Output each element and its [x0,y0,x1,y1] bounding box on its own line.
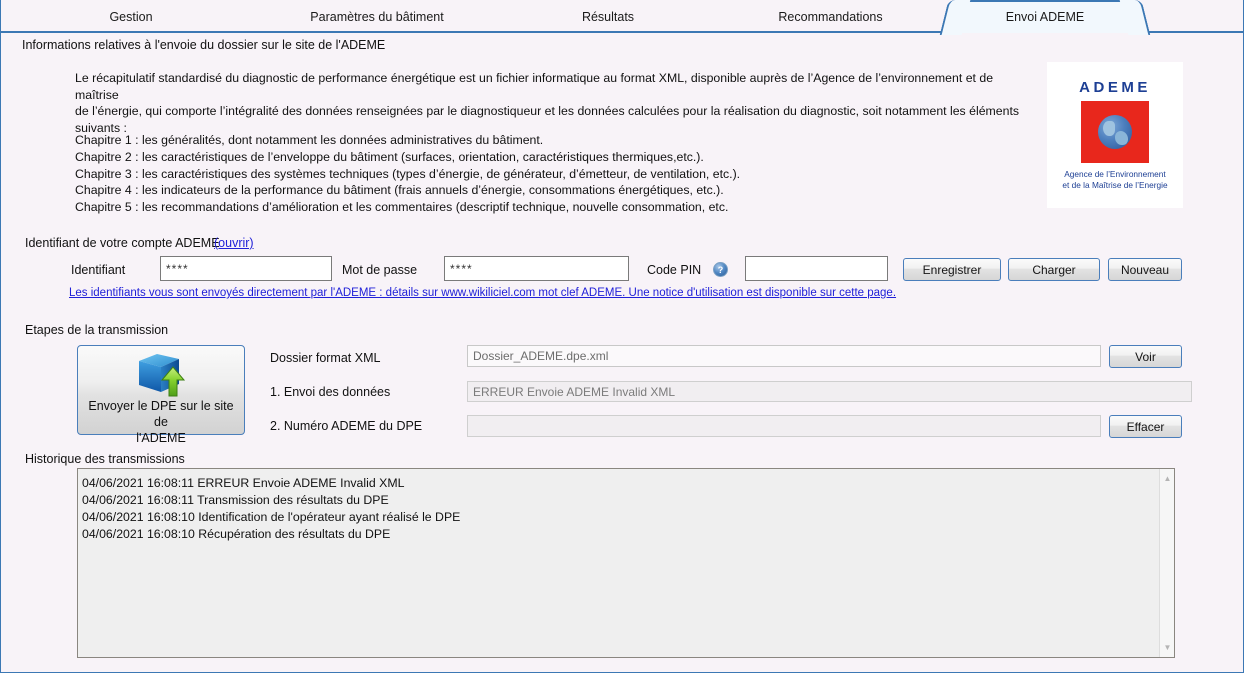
identifiant-input[interactable] [160,256,332,281]
globe-icon [1098,115,1132,149]
mot-de-passe-input[interactable] [444,256,629,281]
history-scrollbar[interactable]: ▲ ▼ [1159,469,1174,657]
charger-button[interactable]: Charger [1008,258,1100,281]
tab-recommandations[interactable]: Recommandations [723,0,938,33]
tab-label: Gestion [109,10,152,24]
account-section-title: Identifiant de votre compte ADEME [25,236,220,250]
envoi-donnees-label: 1. Envoi des données [270,385,390,399]
identifiant-label: Identifiant [71,263,125,277]
upload-box-icon [133,352,189,398]
dossier-xml-label: Dossier format XML [270,351,380,365]
ademe-tagline-line2: et de la Maîtrise de l’Energie [1062,180,1167,191]
send-dpe-label-line1: Envoyer le DPE sur le site de [78,398,244,430]
send-dpe-label-line2: l'ADEME [130,430,192,446]
history-row[interactable]: 04/06/2021 16:08:11 ERREUR Envoie ADEME … [82,475,1174,492]
ademe-wordmark: ADEME [1079,79,1151,96]
chapter-item: Chapitre 1 : les généralités, dont notam… [75,132,1035,149]
chapter-item: Chapitre 4 : les indicateurs de la perfo… [75,182,1035,199]
enregistrer-button[interactable]: Enregistrer [903,258,1001,281]
envoi-donnees-status-input [467,381,1192,402]
tab-bar: Gestion Paramètres du bâtiment Résultats… [1,0,1243,33]
history-listbox[interactable]: 04/06/2021 16:08:11 ERREUR Envoie ADEME … [77,468,1175,658]
voir-button[interactable]: Voir [1109,345,1182,368]
tab-resultats[interactable]: Résultats [493,0,723,33]
info-section-title: Informations relatives à l'envoie du dos… [22,38,385,52]
history-row[interactable]: 04/06/2021 16:08:10 Récupération des rés… [82,526,1174,543]
chevron-up-icon[interactable]: ▲ [1160,471,1175,486]
code-pin-input[interactable] [745,256,888,281]
tab-gestion[interactable]: Gestion [1,0,261,33]
history-row[interactable]: 04/06/2021 16:08:11 Transmission des rés… [82,492,1174,509]
history-row[interactable]: 04/06/2021 16:08:10 Identification de l'… [82,509,1174,526]
tab-envoi-ademe[interactable]: Envoi ADEME [956,0,1134,33]
intro-line-1: Le récapitulatif standardisé du diagnost… [75,70,1030,103]
dossier-xml-input[interactable] [467,345,1101,367]
ademe-logo: ADEME Agence de l’Environnement et de la… [1047,62,1183,208]
tab-parametres-du-batiment[interactable]: Paramètres du bâtiment [261,0,493,33]
history-section-title: Historique des transmissions [25,452,185,466]
effacer-button[interactable]: Effacer [1109,415,1182,438]
numero-ademe-label: 2. Numéro ADEME du DPE [270,419,422,433]
chapter-item: Chapitre 2 : les caractéristiques de l’e… [75,149,1035,166]
question-mark-icon[interactable]: ? [713,262,728,277]
intro-line-2: de l’énergie, qui comporte l’intégralité… [75,103,1030,120]
tab-label: Envoi ADEME [1006,10,1085,24]
chapter-item: Chapitre 5 : les recommandations d’améli… [75,199,1035,216]
chapter-item: Chapitre 3 : les caractéristiques des sy… [75,166,1035,183]
tab-label: Recommandations [778,10,882,24]
chevron-down-icon[interactable]: ▼ [1160,640,1175,655]
mot-de-passe-label: Mot de passe [342,263,417,277]
tab-label: Résultats [582,10,634,24]
ademe-tagline-line1: Agence de l’Environnement [1064,169,1165,180]
tab-label: Paramètres du bâtiment [310,10,443,24]
ademe-notice-link[interactable]: Les identifiants vous sont envoyés direc… [69,287,896,299]
ademe-red-square [1081,101,1149,163]
code-pin-label: Code PIN [647,263,701,277]
chapter-list: Chapitre 1 : les généralités, dont notam… [75,132,1035,216]
send-dpe-button[interactable]: Envoyer le DPE sur le site de l'ADEME [77,345,245,435]
intro-paragraph: Le récapitulatif standardisé du diagnost… [75,70,1030,136]
transmission-section-title: Etapes de la transmission [25,323,168,337]
nouveau-button[interactable]: Nouveau [1108,258,1182,281]
history-list: 04/06/2021 16:08:11 ERREUR Envoie ADEME … [78,469,1174,543]
open-account-link[interactable]: (ouvrir) [214,236,254,250]
numero-ademe-input[interactable] [467,415,1101,437]
